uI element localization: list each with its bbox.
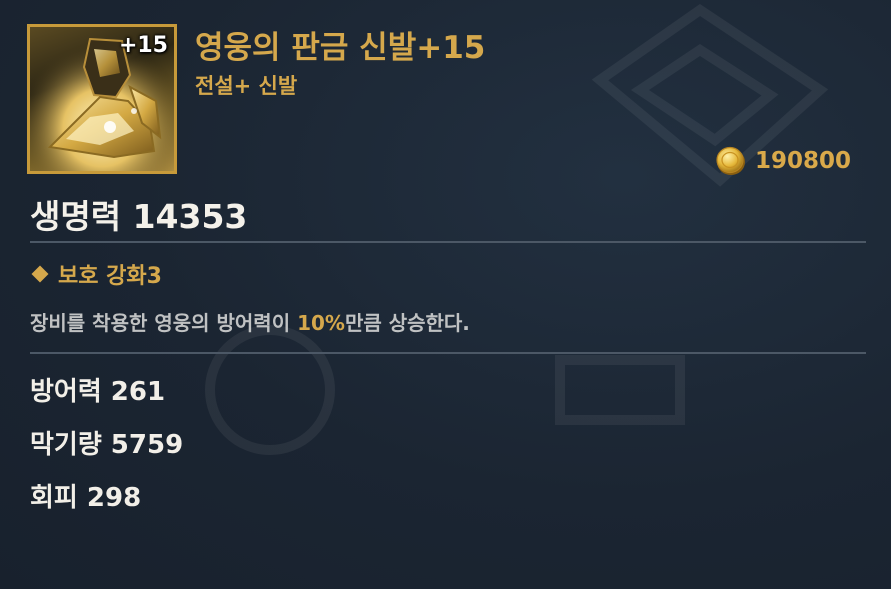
enhance-level-badge: +15 xyxy=(118,33,168,58)
item-grade-type: 전설+ 신발 xyxy=(195,74,298,98)
divider-bottom xyxy=(30,352,866,354)
sub-stat-evasion: 회피 298 xyxy=(30,483,142,513)
item-name: 영웅의 판금 신발+15 xyxy=(195,30,486,66)
effect-title: 보호 강화3 xyxy=(30,258,162,290)
effect-title-label: 보호 강화3 xyxy=(58,264,162,289)
item-price: 190800 xyxy=(715,145,851,177)
price-value: 190800 xyxy=(754,148,851,174)
sub-stat-block: 막기량 5759 xyxy=(30,430,184,460)
main-stat-hp: 생명력 14353 xyxy=(30,197,248,236)
effect-desc-highlight: 10% xyxy=(297,311,345,335)
divider-top xyxy=(30,241,866,243)
item-tooltip: +15 영웅의 판금 신발+15 전설+ 신발 190800 생명력 14353… xyxy=(0,0,891,589)
gold-coin-icon xyxy=(716,146,745,175)
item-icon-frame: +15 xyxy=(27,24,177,174)
diamond-bullet-icon xyxy=(31,265,49,283)
effect-desc-after: 만큼 상승한다. xyxy=(344,311,470,335)
sub-stat-defense: 방어력 261 xyxy=(30,377,166,407)
effect-description: 장비를 착용한 영웅의 방어력이 10%만큼 상승한다. xyxy=(30,307,470,336)
effect-desc-before: 장비를 착용한 영웅의 방어력이 xyxy=(30,311,298,335)
